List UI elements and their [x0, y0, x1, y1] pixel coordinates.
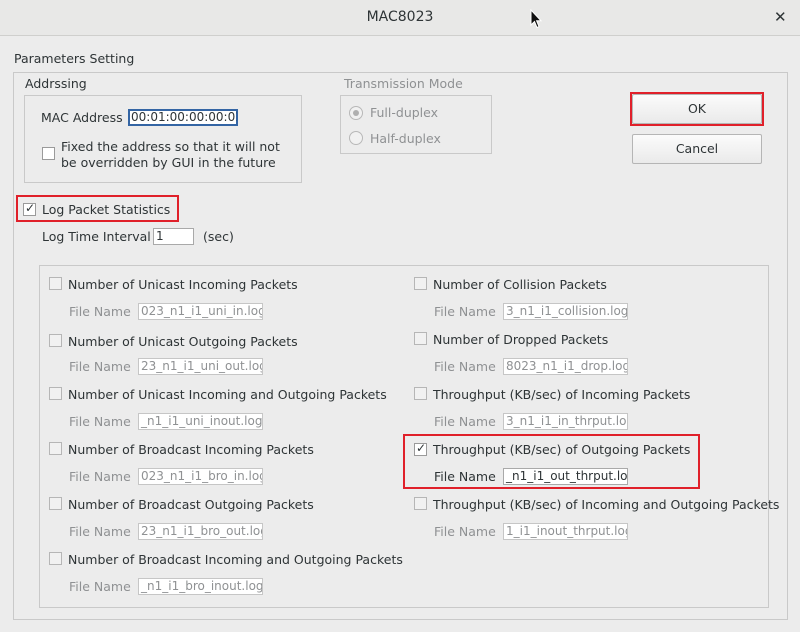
collision-checkbox[interactable]: [414, 277, 427, 290]
full-duplex-radio[interactable]: [349, 106, 363, 120]
collision-label: Number of Collision Packets: [433, 277, 607, 292]
collision-file-input[interactable]: 3_n1_i1_collision.log: [503, 303, 628, 320]
unicast-out-label: Number of Unicast Outgoing Packets: [68, 334, 298, 349]
broadcast-inout-file-input[interactable]: _n1_i1_bro_inout.log: [138, 578, 263, 595]
file-name-label: File Name: [69, 414, 131, 429]
file-name-label: File Name: [69, 304, 131, 319]
broadcast-inout-label: Number of Broadcast Incoming and Outgoin…: [68, 552, 403, 567]
throughput-out-checkbox[interactable]: ✓: [414, 441, 427, 456]
mouse-cursor-icon: [530, 9, 542, 29]
throughput-in-checkbox[interactable]: [414, 387, 427, 400]
unicast-inout-checkbox[interactable]: [49, 387, 62, 400]
dropped-file-input[interactable]: 8023_n1_i1_drop.log: [503, 358, 628, 375]
fixed-address-label-line2: be overridden by GUI in the future: [61, 155, 276, 170]
file-name-label: File Name: [69, 469, 131, 484]
broadcast-inout-checkbox[interactable]: [49, 552, 62, 565]
fixed-address-checkbox[interactable]: [42, 147, 55, 160]
unicast-inout-label: Number of Unicast Incoming and Outgoing …: [68, 387, 387, 402]
unicast-out-file-input[interactable]: 23_n1_i1_uni_out.log: [138, 358, 263, 375]
file-name-label: File Name: [434, 524, 496, 539]
throughput-in-label: Throughput (KB/sec) of Incoming Packets: [433, 387, 691, 402]
window-title: MAC8023: [366, 9, 434, 25]
file-name-label: File Name: [69, 579, 131, 594]
broadcast-in-file-input[interactable]: 023_n1_i1_bro_in.log: [138, 468, 263, 485]
throughput-out-label: Throughput (KB/sec) of Outgoing Packets: [433, 442, 691, 457]
unicast-in-label: Number of Unicast Incoming Packets: [68, 277, 298, 292]
broadcast-out-file-input[interactable]: 23_n1_i1_bro_out.log: [138, 523, 263, 540]
log-interval-unit: (sec): [203, 229, 234, 244]
broadcast-out-label: Number of Broadcast Outgoing Packets: [68, 497, 314, 512]
log-statistics-label: Log Packet Statistics: [42, 202, 171, 217]
throughput-in-file-input[interactable]: 3_n1_i1_in_thrput.log: [503, 413, 628, 430]
half-duplex-radio[interactable]: [349, 131, 363, 145]
file-name-label: File Name: [69, 359, 131, 374]
broadcast-out-checkbox[interactable]: [49, 497, 62, 510]
close-icon[interactable]: ✕: [774, 8, 787, 26]
parameters-setting-label: Parameters Setting: [14, 51, 135, 66]
throughput-inout-file-input[interactable]: 1_i1_inout_thrput.log: [503, 523, 628, 540]
throughput-out-file-input[interactable]: _n1_i1_out_thrput.log: [503, 468, 628, 485]
log-interval-input[interactable]: 1: [153, 228, 194, 245]
unicast-in-checkbox[interactable]: [49, 277, 62, 290]
file-name-label: File Name: [434, 414, 496, 429]
transmission-mode-label: Transmission Mode: [344, 76, 463, 91]
mac-address-input[interactable]: 00:01:00:00:00:01: [128, 109, 238, 126]
ok-button[interactable]: OK: [632, 94, 762, 124]
broadcast-in-label: Number of Broadcast Incoming Packets: [68, 442, 314, 457]
mac-address-label: MAC Address: [41, 110, 123, 125]
log-statistics-checkbox[interactable]: ✓: [23, 201, 36, 216]
broadcast-in-checkbox[interactable]: [49, 442, 62, 455]
throughput-inout-checkbox[interactable]: [414, 497, 427, 510]
file-name-label: File Name: [434, 304, 496, 319]
dropped-label: Number of Dropped Packets: [433, 332, 609, 347]
half-duplex-label: Half-duplex: [370, 131, 441, 146]
unicast-out-checkbox[interactable]: [49, 334, 62, 347]
unicast-in-file-input[interactable]: 023_n1_i1_uni_in.log: [138, 303, 263, 320]
file-name-label: File Name: [69, 524, 131, 539]
log-interval-label: Log Time Interval: [42, 229, 151, 244]
full-duplex-label: Full-duplex: [370, 105, 439, 120]
file-name-label: File Name: [434, 469, 496, 484]
addressing-group-label: Addrssing: [25, 76, 87, 91]
throughput-inout-label: Throughput (KB/sec) of Incoming and Outg…: [433, 497, 780, 512]
cancel-button[interactable]: Cancel: [632, 134, 762, 164]
file-name-label: File Name: [434, 359, 496, 374]
unicast-inout-file-input[interactable]: _n1_i1_uni_inout.log: [138, 413, 263, 430]
dropped-checkbox[interactable]: [414, 332, 427, 345]
fixed-address-label-line1: Fixed the address so that it will not: [61, 139, 280, 154]
